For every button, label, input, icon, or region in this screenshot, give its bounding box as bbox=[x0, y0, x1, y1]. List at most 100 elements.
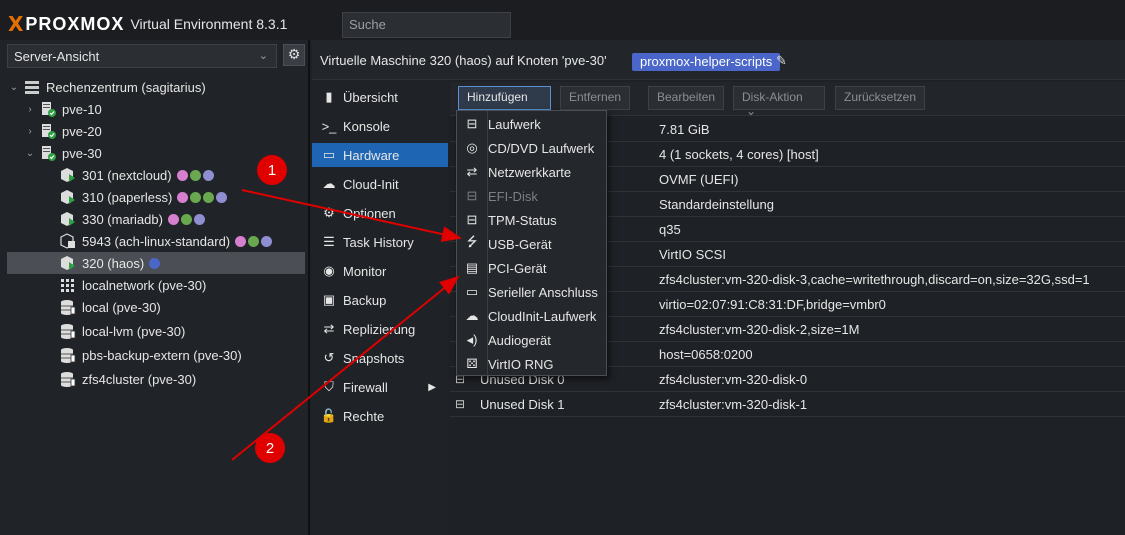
row-value: VirtIO SCSI bbox=[659, 247, 726, 262]
row-value: Standardeinstellung bbox=[659, 197, 774, 212]
nav-item-label: Backup bbox=[343, 292, 387, 308]
tree-node[interactable]: › pve-10 bbox=[24, 98, 102, 120]
history-icon: ↺ bbox=[323, 350, 335, 365]
tag-dot bbox=[248, 235, 260, 247]
row-value: zfs4cluster:vm-320-disk-2,size=1M bbox=[659, 322, 860, 337]
tag-dot bbox=[193, 213, 205, 225]
disk-action-button[interactable]: Disk-Aktion ⌄ bbox=[733, 86, 825, 118]
tree-node[interactable]: 5943 (ach-linux-standard) bbox=[44, 230, 273, 252]
tree-node[interactable]: ⌄ pve-30 bbox=[24, 142, 102, 164]
vm-running-icon bbox=[60, 211, 76, 227]
gear-icon: ⚙ bbox=[323, 205, 335, 220]
menu-item-cloudinit-laufwerk[interactable]: ☁ CloudInit-Laufwerk bbox=[457, 304, 606, 328]
tree-node[interactable]: ⌄ Rechenzentrum (sagitarius) bbox=[8, 76, 206, 98]
menu-item-audioger-t[interactable]: ◂) Audiogerät bbox=[457, 328, 606, 352]
nav-item-label: Hardware bbox=[343, 147, 400, 163]
serial-port-icon: ▭ bbox=[465, 284, 479, 299]
nav-item-label: Snapshots bbox=[343, 350, 405, 366]
expand-right-icon[interactable]: › bbox=[24, 104, 36, 115]
nav-item-label: Konsole bbox=[343, 118, 390, 134]
nav-item-monitor[interactable]: ◉ Monitor bbox=[312, 259, 448, 283]
tree-node[interactable]: pbs-backup-extern (pve-30) bbox=[44, 344, 242, 366]
nav-item-cloud-init[interactable]: ☁ Cloud-Init bbox=[312, 172, 448, 196]
tree-node-label: localnetwork (pve-30) bbox=[82, 277, 207, 293]
vm-tag[interactable]: proxmox-helper-scripts bbox=[632, 53, 781, 71]
add-button[interactable]: Hinzufügen ⌄ bbox=[458, 86, 551, 118]
menu-item-virtio-rng[interactable]: ⚄ VirtIO RNG bbox=[457, 352, 606, 376]
nav-item-task-history[interactable]: ☰ Task History bbox=[312, 230, 448, 254]
menu-item-serieller-anschluss[interactable]: ▭ Serieller Anschluss bbox=[457, 280, 606, 304]
row-value: zfs4cluster:vm-320-disk-0 bbox=[659, 372, 808, 387]
menu-item-label: Netzwerkkarte bbox=[488, 164, 572, 180]
row-value: q35 bbox=[659, 222, 681, 237]
logo-x: X bbox=[8, 12, 24, 36]
tree-node[interactable]: 310 (paperless) bbox=[44, 186, 228, 208]
dice-icon: ⚄ bbox=[466, 356, 478, 371]
page-title: Virtuelle Maschine 320 (haos) auf Knoten… bbox=[320, 53, 607, 68]
tree-node[interactable]: localnetwork (pve-30) bbox=[44, 274, 206, 296]
gear-icon: ⚙ bbox=[287, 47, 301, 63]
tree-node[interactable]: 320 (haos) bbox=[7, 252, 305, 274]
tree-node[interactable]: local-lvm (pve-30) bbox=[44, 320, 185, 342]
menu-item-netzwerkkarte[interactable]: ⇄ Netzwerkkarte bbox=[457, 160, 606, 184]
menu-item-pci-ger-t[interactable]: ▤ PCI-Gerät bbox=[457, 256, 606, 280]
nav-item-firewall[interactable]: ⛉ Firewall ▶ bbox=[312, 375, 448, 399]
row-value: host=0658:0200 bbox=[659, 347, 753, 362]
nav-item-optionen[interactable]: ⚙ Optionen bbox=[312, 201, 448, 225]
edit-button[interactable]: Bearbeiten bbox=[648, 86, 725, 110]
tag-dot bbox=[203, 191, 215, 203]
menu-item-cd-dvd-laufwerk[interactable]: ◎ CD/DVD Laufwerk bbox=[457, 136, 606, 160]
volume-icon: ◂) bbox=[466, 332, 478, 347]
tree-node[interactable]: zfs4cluster (pve-30) bbox=[44, 368, 196, 390]
nav-item-snapshots[interactable]: ↺ Snapshots bbox=[312, 346, 448, 370]
add-button-label: Hinzufügen bbox=[467, 90, 528, 104]
node-online-icon bbox=[40, 101, 56, 117]
tree-settings-button[interactable]: ⚙ bbox=[283, 44, 305, 66]
tree-node-label: 301 (nextcloud) bbox=[82, 167, 172, 183]
revert-button[interactable]: Zurücksetzen bbox=[835, 86, 926, 110]
tree-node[interactable]: local (pve-30) bbox=[44, 296, 161, 318]
logo-brand: PROXMOX bbox=[25, 13, 125, 34]
proxmox-logo: X PROXMOX Virtual Environment 8.3.1 bbox=[8, 12, 287, 36]
tree-node-label: 310 (paperless) bbox=[82, 189, 173, 205]
tree-node[interactable]: 330 (mariadb) bbox=[44, 208, 205, 230]
view-select[interactable]: Server-Ansicht ⌄ bbox=[7, 44, 277, 68]
terminal-icon: >_ bbox=[321, 118, 337, 134]
edit-tags-icon[interactable]: ✎ bbox=[776, 54, 787, 69]
tag-dot bbox=[176, 169, 188, 181]
pci-card-icon: ▤ bbox=[465, 260, 479, 275]
nav-item-hardware[interactable]: ▭ Hardware bbox=[312, 143, 448, 167]
tree-node-label: pve-30 bbox=[62, 145, 102, 161]
tree-node[interactable]: › pve-20 bbox=[24, 120, 102, 142]
hdd-icon: ⊟ bbox=[466, 116, 478, 131]
tree-node-label: local (pve-30) bbox=[82, 299, 161, 315]
expand-right-icon[interactable]: › bbox=[24, 126, 36, 137]
exchange-icon: ⇄ bbox=[466, 164, 478, 179]
nav-item-backup[interactable]: ▣ Backup bbox=[312, 288, 448, 312]
eye-icon: ◉ bbox=[323, 263, 335, 278]
nav-item-rechte[interactable]: 🔓 Rechte bbox=[312, 404, 448, 428]
vm-running-icon bbox=[60, 255, 76, 271]
nav-item--bersicht[interactable]: ▮ Übersicht bbox=[312, 85, 448, 109]
table-row[interactable]: ⊟ Unused Disk 1 zfs4cluster:vm-320-disk-1 bbox=[450, 392, 1125, 417]
expand-down-icon[interactable]: ⌄ bbox=[8, 82, 20, 93]
tree-node-label: pve-20 bbox=[62, 123, 102, 139]
menu-item-laufwerk[interactable]: ⊟ Laufwerk bbox=[457, 112, 606, 136]
menu-item-tpm-status[interactable]: ⊟ TPM-Status bbox=[457, 208, 606, 232]
datacenter-icon bbox=[24, 79, 40, 95]
nav-item-replizierung[interactable]: ⇄ Replizierung bbox=[312, 317, 448, 341]
nav-item-label: Optionen bbox=[343, 205, 396, 221]
menu-item-usb-ger-t[interactable]: ⭍ USB-Gerät bbox=[457, 232, 606, 256]
resource-tree-panel: Server-Ansicht ⌄ ⚙ ⌄ Rechenzentrum (sagit… bbox=[0, 40, 310, 535]
vm-running-icon bbox=[60, 167, 76, 183]
expand-down-icon[interactable]: ⌄ bbox=[24, 148, 36, 159]
add-hardware-menu: ⊟ Laufwerk ◎ CD/DVD Laufwerk ⇄ Netzwerkkarte ⊟… bbox=[456, 110, 607, 376]
row-value: virtio=02:07:91:C8:31:DF,bridge=vmbr0 bbox=[659, 297, 886, 312]
template-icon bbox=[60, 233, 76, 249]
remove-button[interactable]: Entfernen bbox=[560, 86, 631, 110]
nav-item-konsole[interactable]: >_ Konsole bbox=[312, 114, 448, 138]
search-input[interactable]: Suche bbox=[342, 12, 511, 38]
row-key: Unused Disk 1 bbox=[480, 397, 565, 412]
tree-node[interactable]: 301 (nextcloud) bbox=[44, 164, 214, 186]
proxmox-window: X PROXMOX Virtual Environment 8.3.1 Such… bbox=[0, 0, 1125, 535]
